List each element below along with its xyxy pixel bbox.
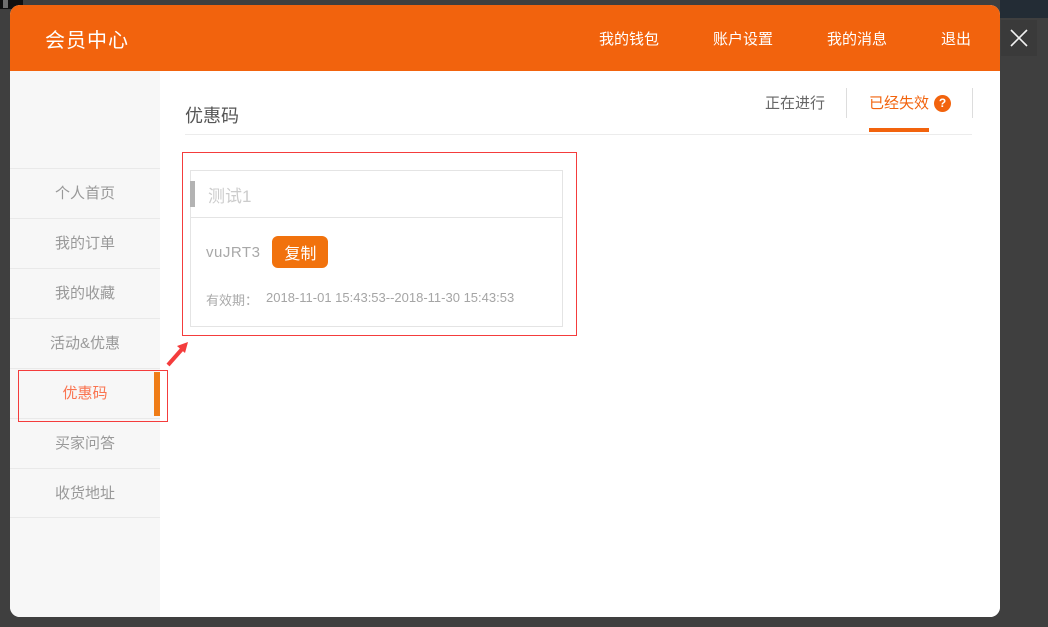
coupon-code: vuJRT3	[206, 244, 260, 261]
dialog-header: 会员中心 我的钱包 账户设置 我的消息 退出	[10, 5, 1000, 71]
validity-value: 2018-11-01 15:43:53--2018-11-30 15:43:53	[266, 290, 514, 309]
sidebar-item-home[interactable]: 个人首页	[10, 168, 160, 218]
sidebar-item-buyer-qa[interactable]: 买家问答	[10, 418, 160, 468]
sidebar-item-label: 优惠码	[62, 385, 107, 402]
help-icon[interactable]: ?	[934, 95, 951, 112]
sidebar-item-orders[interactable]: 我的订单	[10, 218, 160, 268]
content-header: 优惠码 正在进行 已经失效 ?	[160, 71, 1000, 135]
validity-label: 有效期：	[206, 290, 258, 309]
coupon-card-header: 测试1	[191, 171, 562, 218]
tab-in-progress[interactable]: 正在进行	[743, 71, 847, 135]
underlying-page-header-strip	[1000, 0, 1048, 18]
sidebar-item-coupon-code[interactable]: 优惠码	[10, 368, 160, 418]
card-accent-bar	[190, 181, 195, 207]
validity-row: 有效期： 2018-11-01 15:43:53--2018-11-30 15:…	[206, 290, 562, 309]
header-divider	[185, 134, 972, 135]
dialog-title: 会员中心	[45, 24, 129, 53]
sidebar: 个人首页 我的订单 我的收藏 活动&优惠 优惠码 买家问答 收货地址	[10, 71, 160, 617]
coupon-code-row: vuJRT3 复制	[206, 236, 562, 268]
sidebar-item-activity[interactable]: 活动&优惠	[10, 318, 160, 368]
sidebar-item-favorites[interactable]: 我的收藏	[10, 268, 160, 318]
coupon-card: 测试1 vuJRT3 复制 有效期： 2018-11-01 15:43:53--…	[190, 170, 563, 327]
coupon-name: 测试1	[208, 182, 251, 207]
underlying-page-glyph	[3, 0, 8, 8]
header-nav: 我的钱包 账户设置 我的消息 退出	[599, 28, 971, 49]
nav-item-logout[interactable]: 退出	[941, 28, 971, 49]
nav-item-messages[interactable]: 我的消息	[827, 28, 887, 49]
tab-bar: 正在进行 已经失效 ?	[743, 71, 973, 135]
member-center-dialog: 会员中心 我的钱包 账户设置 我的消息 退出 个人首页 我的订单 我的收藏 活动…	[10, 5, 1000, 617]
close-button[interactable]	[1001, 20, 1037, 56]
tab-expired[interactable]: 已经失效 ?	[847, 71, 973, 135]
page-title: 优惠码	[185, 102, 239, 128]
nav-item-wallet[interactable]: 我的钱包	[599, 28, 659, 49]
main-content: 优惠码 正在进行 已经失效 ? 测试1 vuJRT3 复制	[160, 71, 1000, 617]
tab-label: 正在进行	[765, 95, 825, 112]
nav-item-settings[interactable]: 账户设置	[713, 28, 773, 49]
coupon-card-body: vuJRT3 复制 有效期： 2018-11-01 15:43:53--2018…	[191, 236, 562, 309]
copy-button[interactable]: 复制	[272, 236, 328, 268]
tab-label: 已经失效	[869, 95, 929, 112]
sidebar-item-address[interactable]: 收货地址	[10, 468, 160, 518]
close-icon	[1008, 27, 1030, 49]
